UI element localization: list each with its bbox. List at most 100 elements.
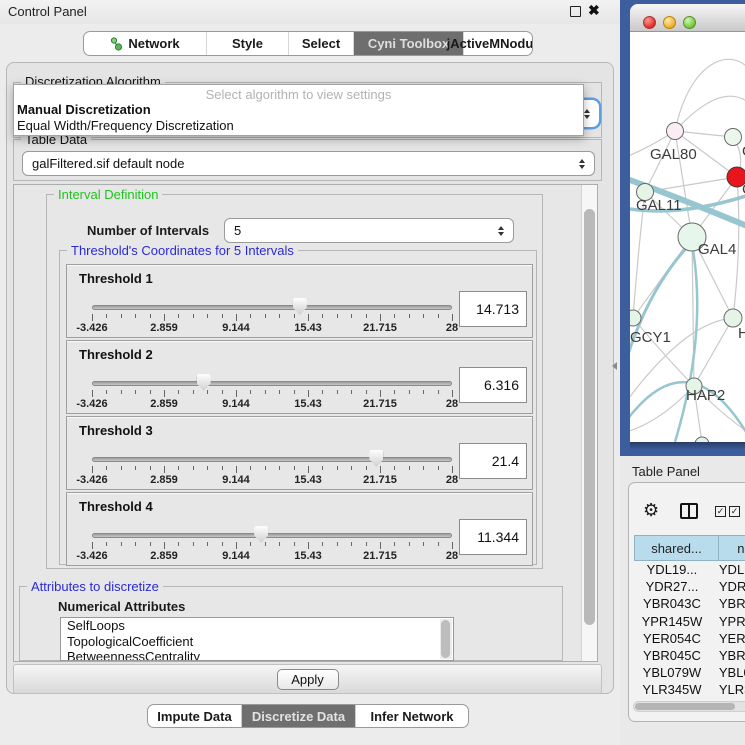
attribute-list-item[interactable]: BetweennessCentrality — [61, 649, 453, 661]
columns-icon[interactable] — [680, 503, 698, 519]
apply-toolbar: Apply — [13, 664, 602, 694]
table-data-section: Table Data galFiltered.sif default node — [13, 139, 602, 181]
cell-shared-name[interactable]: YBR045C — [634, 648, 710, 663]
threshold-value-field[interactable]: 6.316 — [459, 367, 527, 403]
dropdown-option-equal-width[interactable]: Equal Width/Frequency Discretization — [14, 118, 583, 134]
threshold-slider-thumb[interactable] — [197, 374, 211, 391]
cell-name[interactable]: YDL19... — [710, 562, 745, 577]
checkbox-icon[interactable]: ✓ — [729, 506, 740, 517]
table-row[interactable]: YBR045CYBR045C — [634, 647, 745, 664]
table-panel: Table Panel ⚙ ✓ ✓ shared... name YDL19..… — [620, 456, 745, 745]
combo-arrows-icon — [584, 109, 590, 119]
tab-jactivemnodules[interactable]: jActiveMNodules — [463, 32, 533, 55]
settings-panel-scrollbar[interactable] — [581, 185, 597, 661]
threshold-slider-thumb[interactable] — [369, 450, 383, 467]
tab-label: Select — [302, 36, 340, 51]
tab-network[interactable]: Network — [84, 32, 206, 55]
network-window-titlebar[interactable] — [630, 4, 745, 32]
network-node-gal80[interactable] — [667, 123, 684, 140]
threshold-slider-track[interactable] — [92, 381, 452, 386]
tab-impute-data[interactable]: Impute Data — [148, 705, 241, 727]
dropdown-option-manual[interactable]: Manual Discretization — [14, 102, 583, 118]
threshold-slider-track[interactable] — [92, 533, 452, 538]
cell-shared-name[interactable]: YDR27... — [634, 579, 710, 594]
table-row[interactable]: YBR043CYBR043C — [634, 595, 745, 612]
node-label-gcy1: GCY1 — [630, 329, 671, 346]
float-window-icon[interactable] — [570, 6, 581, 17]
cell-shared-name[interactable]: YPR145W — [634, 614, 710, 629]
threshold-value-field[interactable]: 11.344 — [459, 519, 527, 555]
threshold-label: Threshold 3 — [79, 423, 153, 438]
scrollbar-thumb[interactable] — [635, 703, 735, 710]
cell-name[interactable]: YDR27... — [710, 579, 745, 594]
table-header-row: shared... name — [634, 535, 745, 561]
node-table-card: ⚙ ✓ ✓ shared... name YDL19...YDL19...YDR… — [628, 482, 745, 722]
interval-definition-section: Interval Definition Number of Intervals … — [46, 194, 543, 569]
tab-discretize-data[interactable]: Discretize Data — [241, 705, 355, 727]
control-panel-titlebar: Control Panel ✖ — [0, 0, 620, 24]
node-label-hap2: HAP2 — [686, 387, 725, 404]
table-row[interactable]: YPR145WYPR145W — [634, 613, 745, 630]
threshold-value-field[interactable]: 14.713 — [459, 291, 527, 327]
column-header-name[interactable]: name — [719, 535, 745, 561]
dropdown-placeholder-option[interactable]: Select algorithm to view settings — [14, 85, 583, 102]
combo-arrows-icon — [498, 226, 504, 236]
table-row[interactable]: YLR345WYLR345W — [634, 681, 745, 698]
thresholds-section: Threshold's Coordinates for 5 Intervals … — [59, 250, 537, 565]
cell-shared-name[interactable]: YDL19... — [634, 562, 710, 577]
cell-shared-name[interactable]: YLR345W — [634, 682, 710, 697]
number-of-intervals-combobox[interactable]: 5 — [224, 218, 514, 243]
interval-definition-title: Interval Definition — [54, 187, 162, 202]
scrollbar-thumb[interactable] — [584, 209, 595, 625]
network-canvas[interactable]: GAL80 GA C GAL11 GAL4 GCY1 H HAP2 — [630, 32, 745, 442]
cell-name[interactable]: YER054C — [710, 631, 745, 646]
tab-select[interactable]: Select — [288, 32, 353, 55]
threshold-slider-track[interactable] — [92, 457, 452, 462]
attributes-list-scrollbar[interactable] — [440, 619, 452, 659]
checkbox-icon[interactable]: ✓ — [715, 506, 726, 517]
cell-name[interactable]: YBR045C — [710, 648, 745, 663]
zoom-traffic-light-icon[interactable] — [683, 16, 696, 29]
close-traffic-light-icon[interactable] — [643, 16, 656, 29]
tab-style[interactable]: Style — [206, 32, 288, 55]
cell-name[interactable]: YPR145W — [710, 614, 745, 629]
threshold-label: Threshold 1 — [79, 271, 153, 286]
table-horizontal-scrollbar[interactable] — [633, 701, 745, 712]
cell-name[interactable]: YBL079W — [710, 665, 745, 680]
top-tab-bar: Network Style Select Cyni Toolbox jActiveMNo… — [83, 31, 533, 56]
node-label-gal80: GAL80 — [650, 146, 697, 163]
network-view-window: GAL80 GA C GAL11 GAL4 GCY1 H HAP2 — [630, 4, 745, 442]
table-row[interactable]: YDL19...YDL19... — [634, 561, 745, 578]
attribute-list-item[interactable]: TopologicalCoefficient — [61, 634, 453, 650]
close-icon[interactable]: ✖ — [588, 2, 600, 19]
threshold-slider-track[interactable] — [92, 305, 452, 310]
threshold-label: Threshold 2 — [79, 347, 153, 362]
attribute-list-item[interactable]: SelfLoops — [61, 618, 453, 634]
table-row[interactable]: YBL079WYBL079W — [634, 664, 745, 681]
panel-divider-arrow-icon[interactable] — [612, 362, 617, 370]
network-node[interactable] — [725, 129, 742, 146]
cell-name[interactable]: YBR043C — [710, 596, 745, 611]
column-header-shared-name[interactable]: shared... — [634, 535, 719, 561]
apply-button[interactable]: Apply — [277, 669, 339, 690]
table-row[interactable]: YDR27...YDR27... — [634, 578, 745, 595]
table-data-combobox[interactable]: galFiltered.sif default node — [22, 151, 595, 176]
cell-shared-name[interactable]: YBL079W — [634, 665, 710, 680]
table-row[interactable]: YER054CYER054C — [634, 630, 745, 647]
threshold-value-field[interactable]: 21.4 — [459, 443, 527, 479]
node-label-gal4: GAL4 — [698, 241, 736, 258]
tab-infer-network[interactable]: Infer Network — [355, 705, 468, 727]
network-node-gcy1[interactable] — [630, 310, 641, 326]
minimize-traffic-light-icon[interactable] — [663, 16, 676, 29]
gear-icon[interactable]: ⚙ — [643, 501, 659, 519]
threshold-label: Threshold 4 — [79, 499, 153, 514]
cell-shared-name[interactable]: YER054C — [634, 631, 710, 646]
tab-label: Cyni Toolbox — [368, 36, 449, 51]
algorithm-dropdown-popup: Select algorithm to view settings Manual… — [13, 84, 584, 136]
table-rows: YDL19...YDL19...YDR27...YDR27...YBR043CY… — [634, 561, 745, 716]
cell-shared-name[interactable]: YBR043C — [634, 596, 710, 611]
threshold-slider-thumb[interactable] — [293, 298, 307, 315]
tab-label: Network — [128, 36, 179, 51]
threshold-slider-thumb[interactable] — [254, 526, 268, 543]
cell-name[interactable]: YLR345W — [710, 682, 745, 697]
